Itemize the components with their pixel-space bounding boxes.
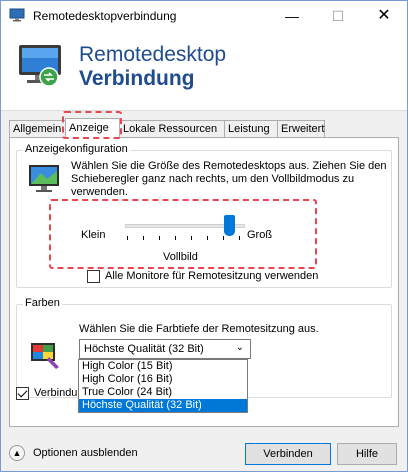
title-bar: Remotedesktopverbindung — ☐ ✕ bbox=[1, 1, 407, 31]
remote-desktop-logo-icon bbox=[19, 45, 61, 87]
color-depth-option[interactable]: High Color (16 Bit) bbox=[79, 373, 247, 386]
display-config-description: Wählen Sie die Größe des Remotedesktops … bbox=[71, 160, 387, 198]
header-banner: Remotedesktop Verbindung bbox=[1, 31, 407, 111]
all-monitors-label: Alle Monitore für Remotesitzung verwende… bbox=[105, 270, 319, 282]
color-depth-option[interactable]: True Color (24 Bit) bbox=[79, 386, 247, 399]
connection-bar-checkbox[interactable] bbox=[16, 387, 29, 400]
tab-advanced[interactable]: Erweitert bbox=[277, 120, 325, 138]
color-depth-option-selected[interactable]: Höchste Qualität (32 Bit) bbox=[79, 399, 247, 412]
minimize-button[interactable]: — bbox=[269, 1, 315, 31]
remote-desktop-app-icon bbox=[9, 8, 25, 22]
color-depth-option[interactable]: High Color (15 Bit) bbox=[79, 360, 247, 373]
slider-highlight-marker bbox=[49, 199, 317, 269]
close-button[interactable]: ✕ bbox=[361, 1, 407, 31]
options-toggle-label: Optionen ausblenden bbox=[33, 447, 138, 459]
colors-description: Wählen Sie die Farbtiefe der Remotesitzu… bbox=[79, 323, 319, 335]
color-depth-selected-value: Höchste Qualität (32 Bit) bbox=[84, 343, 204, 355]
tab-local-resources[interactable]: Lokale Ressourcen bbox=[119, 120, 225, 138]
tab-performance[interactable]: Leistung bbox=[224, 120, 278, 138]
tab-general[interactable]: Allgemein bbox=[9, 120, 66, 138]
maximize-button[interactable]: ☐ bbox=[315, 1, 361, 31]
color-palette-monitor-icon bbox=[31, 343, 59, 369]
help-button[interactable]: Hilfe bbox=[337, 443, 397, 465]
chevron-up-icon[interactable]: ▲ bbox=[9, 445, 25, 461]
chevron-down-icon: ⌄ bbox=[235, 342, 244, 353]
monitor-display-icon bbox=[29, 165, 59, 192]
colors-group-label: Farben bbox=[23, 297, 62, 309]
connection-bar-label: Verbindun bbox=[34, 387, 84, 399]
header-title-line2: Verbindung bbox=[79, 67, 195, 90]
display-config-group-label: Anzeigekonfiguration bbox=[23, 143, 130, 155]
tab-highlight-marker bbox=[62, 111, 122, 139]
all-monitors-checkbox[interactable] bbox=[87, 270, 100, 283]
color-depth-dropdown-list: High Color (15 Bit) High Color (16 Bit) … bbox=[78, 359, 248, 413]
connect-button[interactable]: Verbinden bbox=[245, 443, 331, 465]
header-title-line1: Remotedesktop bbox=[79, 43, 227, 66]
color-depth-select[interactable]: Höchste Qualität (32 Bit) ⌄ bbox=[79, 339, 251, 359]
remote-desktop-window: Remotedesktopverbindung — ☐ ✕ Remotedesk… bbox=[0, 0, 408, 472]
window-title: Remotedesktopverbindung bbox=[33, 9, 177, 23]
display-tab-panel: Anzeigekonfiguration Wählen Sie die Größ… bbox=[9, 137, 399, 427]
